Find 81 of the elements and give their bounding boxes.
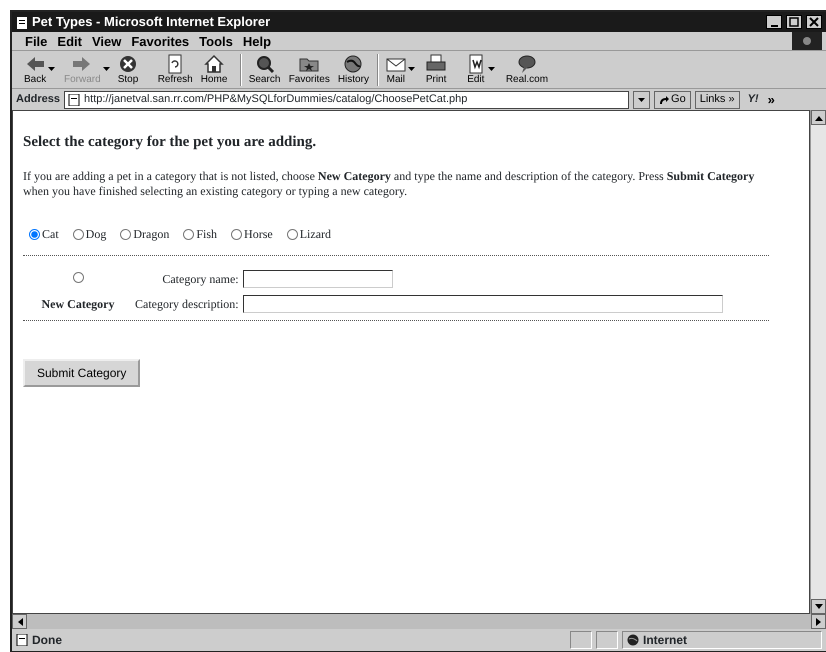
search-icon xyxy=(254,54,275,74)
minimize-button[interactable] xyxy=(766,15,782,29)
scroll-up-button[interactable] xyxy=(811,110,826,125)
toolbar-button[interactable]: History xyxy=(334,53,374,86)
radio-button[interactable] xyxy=(183,228,194,240)
toolbar-button[interactable]: Mail xyxy=(382,53,422,86)
caret-icon xyxy=(48,67,56,71)
radio-label: Fish xyxy=(196,226,218,243)
speech-bubble-icon xyxy=(516,54,537,74)
scroll-down-button[interactable] xyxy=(811,599,826,614)
radio-label: Dog xyxy=(86,226,106,243)
toolbar-button[interactable]: Back xyxy=(20,53,60,86)
scroll-left-button[interactable] xyxy=(12,614,27,629)
left-arrow-icon xyxy=(16,618,22,626)
more-button[interactable]: » xyxy=(762,91,780,108)
toolbar-button[interactable]: Stop xyxy=(114,53,154,86)
maximize-button[interactable] xyxy=(786,15,802,29)
caret-icon xyxy=(638,98,646,102)
radio-label: Horse xyxy=(244,226,273,243)
house-icon xyxy=(204,54,224,74)
menu-item[interactable]: View xyxy=(86,32,126,50)
input-field[interactable] xyxy=(242,295,723,313)
menu-item[interactable]: Help xyxy=(238,32,276,50)
radio-label: Lizard xyxy=(300,226,332,243)
radio-label: Dragon xyxy=(133,226,170,243)
radio-button[interactable] xyxy=(120,228,132,240)
address-label: Address xyxy=(16,92,60,108)
right-arrow-icon xyxy=(816,618,822,626)
radio-label: New Category xyxy=(42,296,114,310)
toolbar-button[interactable]: Search xyxy=(244,53,285,86)
radio-button[interactable] xyxy=(231,228,242,240)
status-text: Done xyxy=(32,632,62,649)
caret-icon xyxy=(408,67,415,71)
input-field[interactable] xyxy=(242,270,393,288)
close-icon xyxy=(809,17,819,27)
zone-text: Internet xyxy=(643,632,688,649)
scroll-right-button[interactable] xyxy=(811,614,826,629)
caret-icon xyxy=(488,67,495,71)
field-label: Category description: xyxy=(135,296,239,310)
go-button[interactable]: Go xyxy=(654,90,691,108)
page-icon xyxy=(16,16,28,29)
address-field[interactable]: http://janetval.san.rr.com/PHP&MySQLforDummies/catalog/ChoosePetCat.php xyxy=(64,90,630,108)
window-title: Pet Types - Microsoft Internet Explorer xyxy=(32,13,270,32)
arrow-icon xyxy=(659,94,670,104)
caret-icon xyxy=(102,67,110,71)
globe-icon xyxy=(343,54,364,74)
logo: Y! xyxy=(748,92,759,108)
up-arrow-icon xyxy=(814,114,822,120)
page-heading: Select the category for the pet you are adding. xyxy=(23,133,318,151)
toolbar-button[interactable]: Refresh xyxy=(154,53,197,86)
minimize-icon xyxy=(770,24,778,26)
page-icon xyxy=(68,94,80,106)
menu-item[interactable]: File xyxy=(20,32,52,50)
radio-button[interactable] xyxy=(29,228,40,240)
toolbar-button[interactable]: Home xyxy=(196,53,237,86)
toolbar-button[interactable]: Favorites xyxy=(284,53,334,86)
toolbar-button[interactable]: Real.com xyxy=(502,53,552,86)
forward-arrow-icon xyxy=(72,54,92,74)
menu-item[interactable]: Favorites xyxy=(126,32,194,50)
close-button[interactable] xyxy=(806,15,822,29)
back-arrow-icon xyxy=(25,54,46,74)
status-panel xyxy=(596,631,618,649)
toolbar-button[interactable]: Print xyxy=(422,53,462,86)
submit-button[interactable]: Submit Category xyxy=(23,359,140,387)
instructions-text: If you are adding a pet in a category that is not listed, choose New Category and type the name and description of the category. Press Submit Category when you have finished selecting an existing category or typing a new category. xyxy=(23,169,756,199)
page-icon xyxy=(16,634,28,646)
radio-label: Cat xyxy=(42,226,59,243)
links-button[interactable]: Links » xyxy=(694,90,740,108)
maximize-icon xyxy=(789,17,799,27)
radio-button[interactable] xyxy=(72,228,84,240)
dropdown-button[interactable] xyxy=(633,90,650,108)
down-arrow-icon xyxy=(814,604,822,610)
status-panel xyxy=(570,631,592,649)
globe-icon xyxy=(627,634,639,646)
toolbar-button[interactable]: Edit xyxy=(462,53,502,86)
field-label: Category name: xyxy=(162,272,239,286)
menu-item[interactable]: Edit xyxy=(52,32,87,50)
stop-icon xyxy=(118,54,138,74)
menu-item[interactable]: Tools xyxy=(194,32,238,50)
radio-button[interactable] xyxy=(286,228,298,240)
radio-button[interactable] xyxy=(72,272,84,282)
